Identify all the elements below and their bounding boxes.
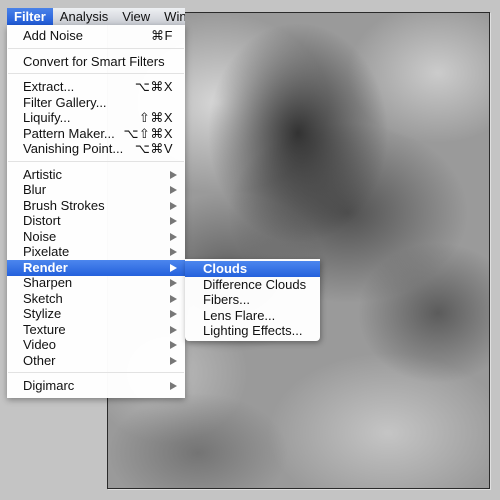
shortcut-label: ⇧⌘X — [138, 110, 173, 125]
submenu-arrow-icon — [170, 341, 177, 349]
menu-item-digimarc[interactable]: Digimarc — [7, 378, 185, 394]
menu-item-brush-strokes[interactable]: Brush Strokes — [7, 198, 185, 214]
menu-item-distort[interactable]: Distort — [7, 213, 185, 229]
menu-item-label: Filter Gallery... — [23, 94, 107, 110]
submenu-item-lighting-effects[interactable]: Lighting Effects... — [185, 323, 320, 339]
shortcut-label: ⌥⌘X — [134, 79, 173, 94]
menu-item-extract[interactable]: Extract... ⌥⌘X — [7, 79, 185, 95]
menubar-item-view[interactable]: View — [115, 8, 157, 25]
menu-item-label: Liquify... — [23, 110, 71, 125]
menu-item-filter-gallery[interactable]: Filter Gallery... — [7, 95, 185, 111]
menu-item-other[interactable]: Other — [7, 353, 185, 369]
menu-item-label: Sharpen — [23, 275, 73, 290]
menu-item-label: Brush Strokes — [23, 197, 105, 213]
menu-separator — [8, 372, 184, 373]
menu-item-sketch[interactable]: Sketch — [7, 291, 185, 307]
menu-item-label: Render — [23, 259, 68, 275]
menu-item-label: Distort — [23, 213, 61, 228]
filter-menu: Add Noise ⌘F Convert for Smart Filters Extr… — [7, 25, 185, 398]
menu-item-label: Artistic — [23, 166, 62, 182]
menu-bar: FilterAnalysisViewWind — [7, 8, 185, 25]
submenu-arrow-icon — [170, 248, 177, 256]
submenu-arrow-icon — [170, 294, 177, 303]
menu-separator — [8, 73, 184, 74]
shortcut-label: ⌘F — [151, 28, 173, 43]
menu-item-label: Blur — [23, 182, 47, 197]
menu-item-label: Difference Clouds — [203, 276, 307, 292]
menu-item-render[interactable]: Render — [7, 259, 185, 276]
menu-item-vanishing-point[interactable]: Vanishing Point... ⌥⌘V — [7, 141, 185, 157]
menu-item-add-noise[interactable]: Add Noise ⌘F — [7, 28, 185, 44]
submenu-item-fibers[interactable]: Fibers... — [185, 292, 320, 308]
submenu-arrow-icon — [170, 186, 177, 194]
submenu-item-difference-clouds[interactable]: Difference Clouds — [185, 277, 320, 293]
menu-item-label: Pattern Maker... — [23, 125, 115, 141]
menu-item-label: Noise — [23, 228, 57, 244]
shortcut-label: ⌥⌘V — [134, 141, 173, 156]
menu-item-label: Pixelate — [23, 244, 70, 259]
shortcut-label: ⌥⇧⌘X — [123, 125, 173, 141]
submenu-item-lens-flare[interactable]: Lens Flare... — [185, 308, 320, 324]
menu-item-pixelate[interactable]: Pixelate — [7, 244, 185, 260]
menu-item-artistic[interactable]: Artistic — [7, 167, 185, 183]
submenu-arrow-icon — [170, 201, 177, 210]
menu-separator — [8, 160, 184, 162]
menubar-item-wind[interactable]: Wind — [157, 8, 185, 25]
menu-item-stylize[interactable]: Stylize — [7, 306, 185, 322]
menu-item-label: Vanishing Point... — [23, 141, 124, 156]
submenu-arrow-icon — [170, 310, 177, 318]
menu-item-pattern-maker[interactable]: Pattern Maker... ⌥⇧⌘X — [7, 126, 185, 142]
menu-item-label: Other — [23, 352, 56, 368]
submenu-arrow-icon — [170, 170, 177, 179]
submenu-arrow-icon — [170, 325, 177, 334]
submenu-arrow-icon — [170, 279, 177, 287]
menu-item-convert-for-smart-filters[interactable]: Convert for Smart Filters — [7, 54, 185, 70]
menu-item-noise[interactable]: Noise — [7, 229, 185, 245]
menubar-item-filter[interactable]: Filter — [7, 8, 53, 25]
menu-item-texture[interactable]: Texture — [7, 322, 185, 338]
submenu-arrow-icon — [170, 382, 177, 390]
menu-item-liquify[interactable]: Liquify... ⇧⌘X — [7, 110, 185, 126]
menu-item-label: Stylize — [23, 306, 62, 321]
menu-item-label: Clouds — [203, 261, 248, 276]
menu-item-label: Convert for Smart Filters — [23, 53, 165, 69]
submenu-item-clouds[interactable]: Clouds — [185, 261, 320, 277]
menu-item-label: Sketch — [23, 290, 63, 306]
menu-item-label: Lens Flare... — [203, 307, 276, 323]
submenu-arrow-icon — [170, 263, 177, 272]
menu-item-label: Texture — [23, 321, 66, 337]
submenu-arrow-icon — [170, 356, 177, 365]
menu-item-blur[interactable]: Blur — [7, 182, 185, 198]
menubar-item-analysis[interactable]: Analysis — [53, 8, 115, 25]
render-submenu: Clouds Difference Clouds Fibers... Lens Fla… — [185, 259, 320, 341]
menu-item-video[interactable]: Video — [7, 337, 185, 353]
submenu-arrow-icon — [170, 232, 177, 241]
menu-item-label: Fibers... — [203, 292, 250, 307]
menu-item-sharpen[interactable]: Sharpen — [7, 275, 185, 291]
menu-separator — [8, 47, 184, 49]
menu-item-label: Digimarc — [23, 378, 75, 393]
menu-item-label: Add Noise — [23, 28, 83, 43]
menu-item-label: Lighting Effects... — [203, 323, 303, 338]
submenu-arrow-icon — [170, 217, 177, 225]
menu-item-label: Video — [23, 337, 57, 352]
menu-item-label: Extract... — [23, 79, 75, 94]
